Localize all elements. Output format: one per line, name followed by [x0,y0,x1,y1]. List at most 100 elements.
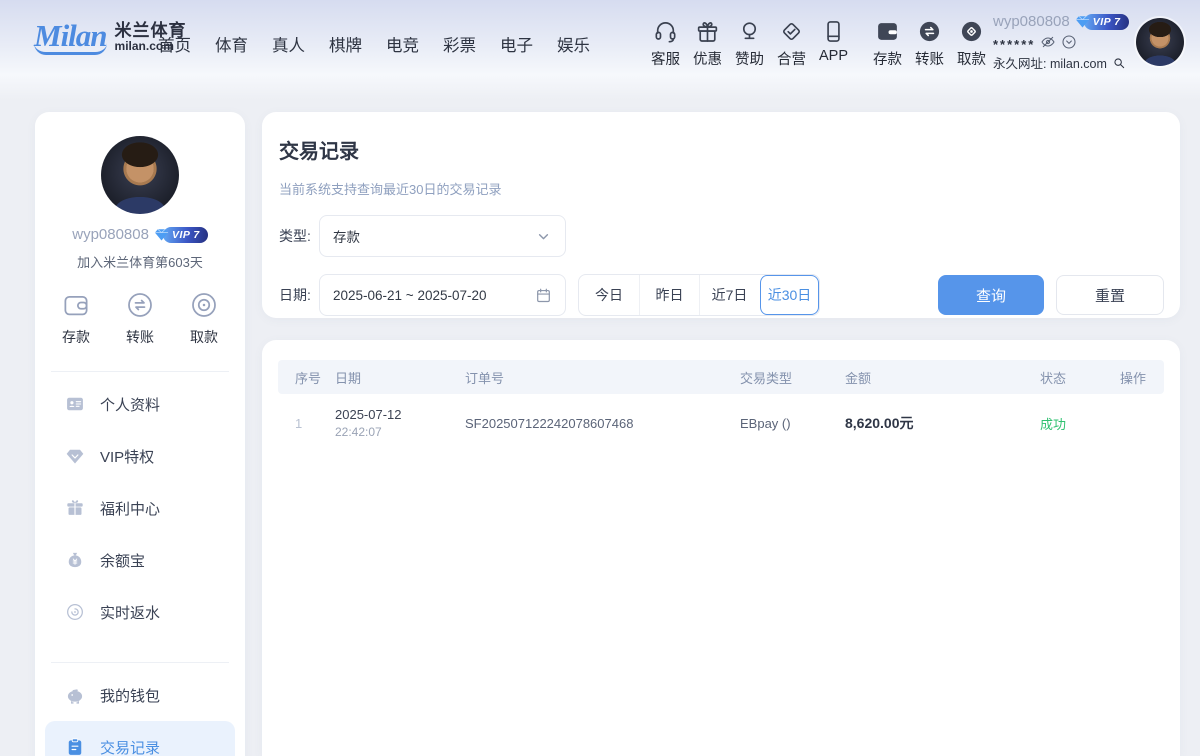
welfare-gift-icon [65,498,85,518]
chevron-circle-icon[interactable] [1061,34,1077,50]
column-header-index: 序号 [295,368,335,387]
transactions-table-card: 序号 日期 订单号 交易类型 金额 状态 操作 1 2025-07-12 22:… [262,340,1180,756]
quickbar-item-customer-service[interactable]: 客服 [646,19,685,69]
vip-gem-icon [1075,14,1090,29]
user-line-name: wyp080808 VIP 7 [993,13,1131,30]
reset-button[interactable]: 重置 [1056,275,1164,315]
type-filter-row: 类型: 存款 [279,215,1180,257]
rebate-icon [65,602,85,622]
date-filter-row: 日期: 2025-06-21 ~ 2025-07-20 今日 昨日 近7日 近3… [279,274,1180,316]
sidebar-vip-badge[interactable]: VIP 7 [154,227,208,243]
column-header-status: 状态 [1040,368,1120,387]
wallet-filled-icon [875,19,900,44]
permanent-url-label: 永久网址: milan.com [993,53,1107,72]
page: Milan 米兰体育 milan.com 首页 体育 真人 棋牌 电竞 彩票 电… [0,0,1200,756]
user-avatar[interactable] [1136,18,1184,66]
trophy-icon [737,19,762,44]
transfer-filled-icon [917,19,942,44]
user-block: wyp080808 VIP 7 ****** 永久网址: milan.com [993,13,1131,72]
id-card-icon [65,394,85,414]
quickbar-item-withdraw[interactable]: 取款 [952,19,991,69]
range-today-button[interactable]: 今日 [579,275,639,315]
range-yesterday-button[interactable]: 昨日 [639,275,699,315]
profile-avatar [101,136,179,214]
phone-icon [821,19,846,44]
column-header-type: 交易类型 [740,368,845,387]
quickbar-item-app[interactable]: APP [814,19,853,64]
calendar-icon [535,287,552,304]
table-header-row: 序号 日期 订单号 交易类型 金额 状态 操作 [278,360,1164,394]
logo-script-text: Milan [34,20,107,55]
money-bag-icon [65,550,85,570]
sidebar-item-profile[interactable]: 个人资料 [45,378,235,430]
quickbar-item-sponsor[interactable]: 赞助 [730,19,769,69]
record-clipboard-icon [65,737,85,756]
eye-off-icon[interactable] [1040,34,1056,50]
column-header-date: 日期 [335,368,465,387]
vip-gem-icon [154,227,169,242]
nav-item-live[interactable]: 真人 [272,32,305,56]
sidebar-quick-actions: 存款 转账 取款 [35,290,245,347]
sidebar-item-label: 实时返水 [100,602,160,623]
sidebar-item-transactions[interactable]: 交易记录 [45,721,235,756]
quick-action-transfer[interactable]: 转账 [125,290,155,347]
vip-badge[interactable]: VIP 7 [1075,14,1129,30]
date-label: 日期: [279,285,319,305]
top-header: Milan 米兰体育 milan.com 首页 体育 真人 棋牌 电竞 彩票 电… [0,0,1200,100]
column-header-amount: 金额 [845,368,1040,387]
sidebar-item-label: 交易记录 [100,737,160,756]
chevron-down-icon [535,228,552,245]
sidebar-item-welfare[interactable]: 福利中心 [45,482,235,534]
headset-icon [653,19,678,44]
username: wyp080808 [993,13,1070,30]
cell-type: EBpay () [740,416,845,431]
quickbar-item-partnership[interactable]: 合营 [772,19,811,69]
query-button[interactable]: 查询 [938,275,1044,315]
quickbar: 客服 优惠 赞助 合营 APP 存款 [646,19,994,69]
date-range-input[interactable]: 2025-06-21 ~ 2025-07-20 [319,274,566,316]
sidebar-item-wallet[interactable]: 我的钱包 [45,669,235,721]
handshake-icon [779,19,804,44]
user-line-secret: ****** [993,34,1131,50]
date-range-shortcuts: 今日 昨日 近7日 近30日 [578,274,820,316]
range-30days-button[interactable]: 近30日 [759,275,819,315]
cell-amount: 8,620.00元 [845,413,1040,433]
cell-index: 1 [295,416,335,431]
user-line-url: 永久网址: milan.com [993,53,1131,72]
sidebar-username: wyp080808 [72,226,149,243]
sidebar-item-yuebao[interactable]: 余额宝 [45,534,235,586]
sidebar: wyp080808 VIP 7 加入米兰体育第603天 存款 转账 取款 [35,112,245,756]
cell-date-time: 22:42:07 [335,424,465,440]
type-label: 类型: [279,226,319,246]
sidebar-item-vip[interactable]: VIP特权 [45,430,235,482]
nav-item-cards[interactable]: 棋牌 [329,32,362,56]
nav-item-home[interactable]: 首页 [158,32,191,56]
filter-card: 交易记录 当前系统支持查询最近30日的交易记录 类型: 存款 日期: 2025-… [262,112,1180,318]
cell-date: 2025-07-12 22:42:07 [335,406,465,440]
cell-date-day: 2025-07-12 [335,406,465,424]
sidebar-item-label: 个人资料 [100,394,160,415]
table-row: 1 2025-07-12 22:42:07 SF2025071222420786… [278,394,1164,452]
join-days-text: 加入米兰体育第603天 [35,252,245,271]
nav-item-slots[interactable]: 电子 [500,32,533,56]
sidebar-item-rebate[interactable]: 实时返水 [45,586,235,638]
type-select[interactable]: 存款 [319,215,566,257]
nav-item-lottery[interactable]: 彩票 [443,32,476,56]
nav-item-esports[interactable]: 电竞 [386,32,419,56]
range-7days-button[interactable]: 近7日 [699,275,759,315]
withdraw-filled-icon [959,19,984,44]
quickbar-item-transfer[interactable]: 转账 [910,19,949,69]
nav-item-sports[interactable]: 体育 [215,32,248,56]
masked-balance: ****** [993,41,1035,49]
vip-level-label: VIP 7 [1084,14,1129,30]
quick-action-withdraw[interactable]: 取款 [189,290,219,347]
page-title: 交易记录 [279,135,1180,164]
quick-action-deposit[interactable]: 存款 [61,290,91,347]
withdraw-outline-icon [189,290,219,320]
search-icon[interactable] [1112,56,1126,70]
quickbar-item-deposit[interactable]: 存款 [868,19,907,69]
nav-item-entertainment[interactable]: 娱乐 [557,32,590,56]
quickbar-item-promotions[interactable]: 优惠 [688,19,727,69]
sidebar-vip-label: VIP 7 [163,227,208,243]
column-header-order: 订单号 [465,368,740,387]
